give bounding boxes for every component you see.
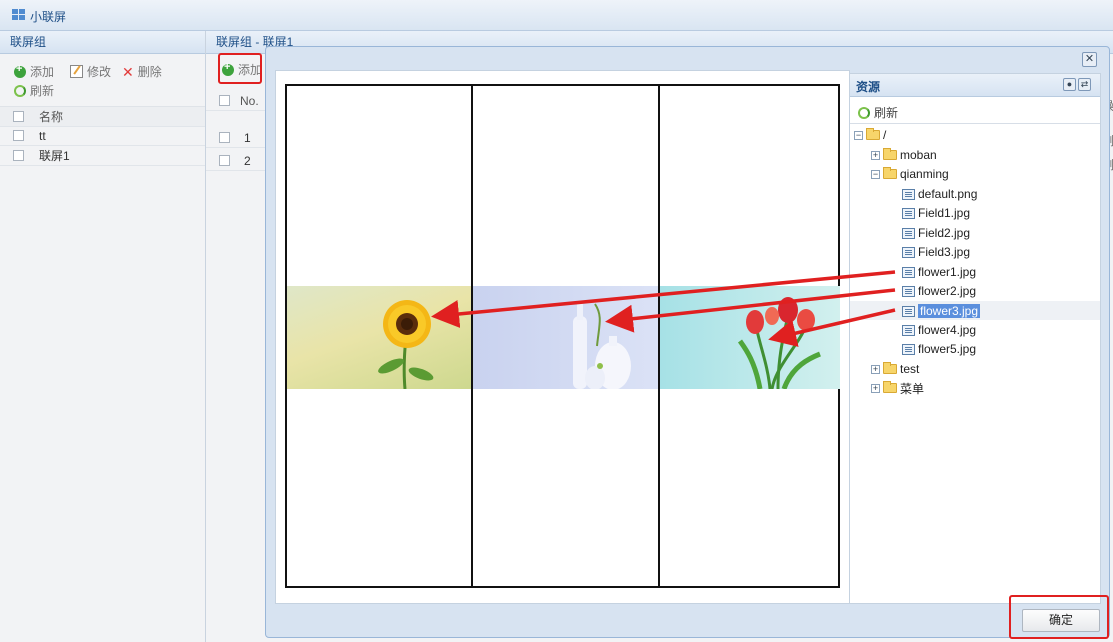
drag-annotation-arrows <box>431 270 896 347</box>
arrow-flower3-to-cell3 <box>768 308 896 347</box>
arrow-flower1-to-cell1 <box>431 270 896 328</box>
